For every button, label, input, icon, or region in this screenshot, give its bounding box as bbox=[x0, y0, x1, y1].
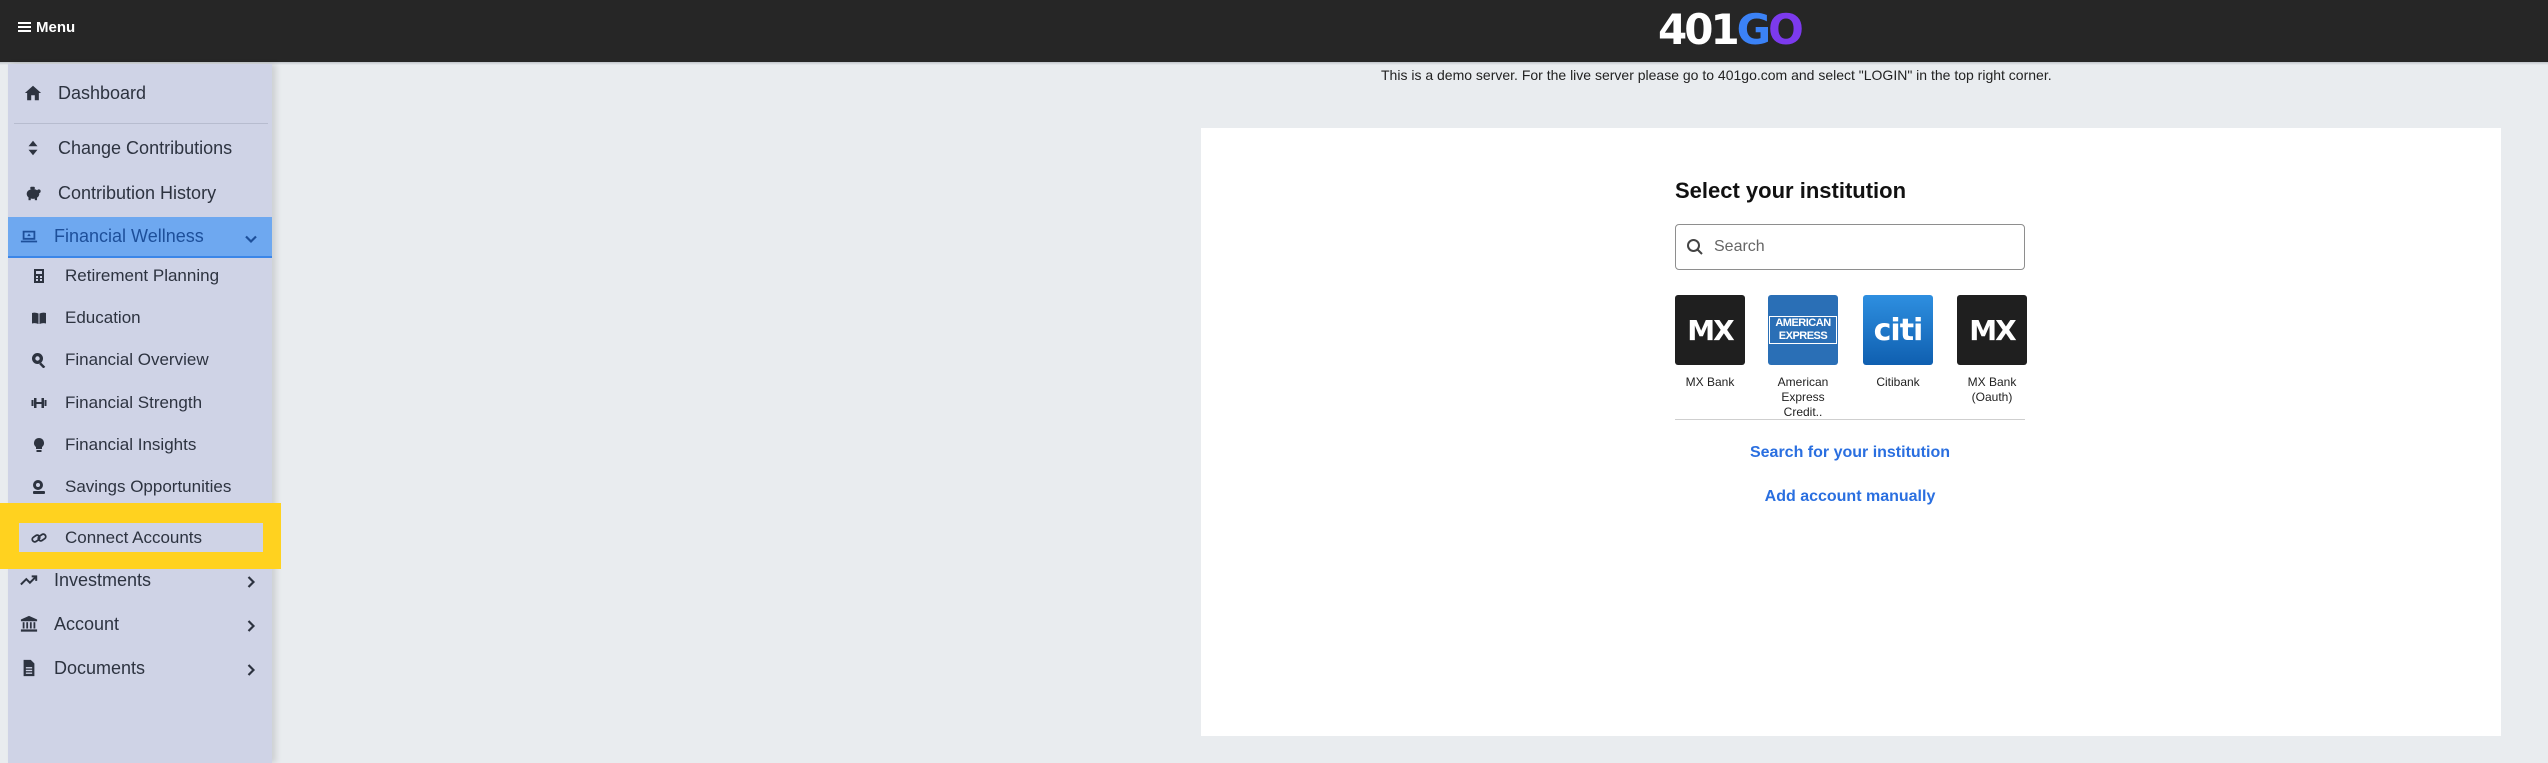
chevron-right-icon bbox=[244, 617, 258, 632]
sidebar-item-dashboard[interactable]: Dashboard bbox=[8, 78, 272, 108]
sidebar-item-change-contributions[interactable]: Change Contributions bbox=[8, 133, 272, 163]
dumbbell-icon bbox=[28, 392, 50, 414]
institution-name: Citibank bbox=[1876, 375, 1920, 389]
book-open-icon bbox=[28, 307, 50, 329]
trend-up-icon bbox=[18, 569, 40, 591]
lightbulb-icon bbox=[28, 434, 50, 456]
file-icon bbox=[18, 657, 40, 679]
laptop-icon bbox=[18, 226, 40, 248]
institution-mx-bank-oauth[interactable]: MX MX Bank (Oauth) bbox=[1957, 295, 2027, 405]
demo-server-notice: This is a demo server. For the live serv… bbox=[1381, 67, 2052, 83]
institution-name: American Express Credit.. bbox=[1777, 375, 1829, 419]
divider bbox=[1675, 419, 2025, 420]
mx-bank-logo: MX bbox=[1675, 295, 1745, 365]
search-field[interactable] bbox=[1675, 224, 2025, 270]
top-bar: Menu 401 G O bbox=[0, 0, 2548, 62]
institution-card: Select your institution MX MX Bank AMERI… bbox=[1201, 128, 2501, 736]
search-institution-link[interactable]: Search for your institution bbox=[1675, 444, 2025, 462]
link-icon bbox=[28, 527, 50, 549]
institution-name: MX Bank (Oauth) bbox=[1967, 375, 2017, 404]
chevron-down-icon bbox=[244, 230, 258, 244]
sort-icon bbox=[22, 137, 44, 159]
hamburger-icon bbox=[18, 22, 31, 32]
sidebar-item-savings-opportunities[interactable]: Savings Opportunities bbox=[8, 473, 272, 501]
search-input[interactable] bbox=[1712, 237, 2016, 257]
sidebar-item-financial-strength[interactable]: Financial Strength bbox=[8, 389, 272, 417]
app-logo[interactable]: 401 G O bbox=[1658, 5, 1804, 54]
sidebar-item-financial-overview[interactable]: Financial Overview bbox=[8, 346, 272, 374]
menu-button[interactable]: Menu bbox=[18, 16, 75, 38]
institution-citibank[interactable]: citi Citibank bbox=[1863, 295, 1933, 390]
citibank-logo: citi bbox=[1863, 295, 1933, 365]
page-title: Select your institution bbox=[1675, 178, 1907, 203]
divider bbox=[14, 123, 268, 124]
sidebar-item-financial-insights[interactable]: Financial Insights bbox=[8, 431, 272, 459]
sidebar-item-retirement-planning[interactable]: Retirement Planning bbox=[8, 262, 272, 290]
mx-bank-logo: MX bbox=[1957, 295, 2027, 365]
search-dollar-icon bbox=[28, 349, 50, 371]
sidebar-item-contribution-history[interactable]: Contribution History bbox=[8, 178, 272, 208]
home-icon bbox=[22, 82, 44, 104]
search-icon bbox=[1687, 239, 1703, 255]
sidebar-item-documents[interactable]: Documents bbox=[8, 653, 272, 683]
institution-name: MX Bank bbox=[1685, 375, 1735, 389]
american-express-logo: AMERICAN EXPRESS bbox=[1768, 295, 1838, 365]
add-account-manually-link[interactable]: Add account manually bbox=[1675, 488, 2025, 506]
calculator-icon bbox=[28, 265, 50, 287]
chevron-right-icon bbox=[244, 661, 258, 676]
institution-american-express[interactable]: AMERICAN EXPRESS American Express Credit… bbox=[1768, 295, 1838, 420]
search-piggy-icon bbox=[28, 476, 50, 498]
sidebar-item-education[interactable]: Education bbox=[8, 304, 272, 332]
sidebar-item-account[interactable]: Account bbox=[8, 609, 272, 639]
sidebar-item-financial-wellness[interactable]: Financial Wellness bbox=[8, 217, 272, 258]
bank-icon bbox=[18, 613, 40, 635]
sidebar-item-connect-accounts[interactable]: Connect Accounts bbox=[8, 523, 272, 552]
topbar-shadow bbox=[0, 62, 2548, 65]
institution-mx-bank[interactable]: MX MX Bank bbox=[1675, 295, 1745, 390]
menu-label: Menu bbox=[36, 18, 76, 36]
chevron-right-icon bbox=[244, 573, 258, 588]
piggy-bank-icon bbox=[22, 182, 44, 204]
sidebar-item-investments[interactable]: Investments bbox=[8, 565, 272, 595]
